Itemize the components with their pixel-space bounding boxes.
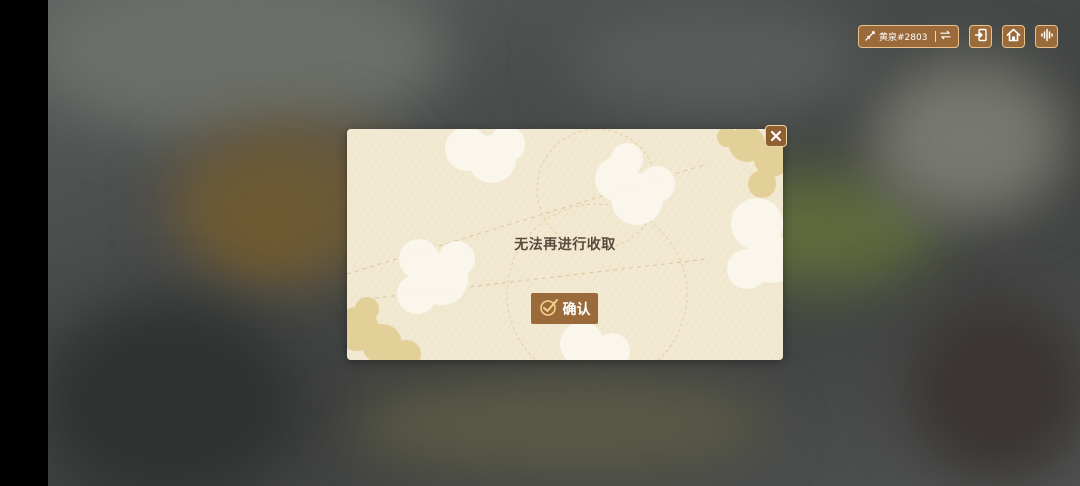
server-label: 黄泉#2803 [879, 33, 928, 43]
confirm-label: 确认 [562, 301, 591, 318]
exit-button[interactable] [969, 25, 992, 48]
top-bar: 黄泉#2803 [858, 25, 1058, 48]
alert-dialog: 无法再进行收取 确认 [347, 129, 783, 360]
exit-door-icon [974, 27, 988, 46]
swap-arrows-icon [940, 30, 951, 43]
divider [935, 31, 936, 42]
home-icon [1006, 27, 1021, 46]
voice-button[interactable] [1035, 25, 1058, 48]
confirm-button[interactable]: 确认 [531, 293, 598, 324]
sword-icon [865, 30, 876, 44]
left-black-bar [0, 0, 48, 486]
home-button[interactable] [1002, 25, 1025, 48]
close-icon [770, 127, 782, 146]
close-button[interactable] [765, 125, 787, 147]
server-switch-button[interactable]: 黄泉#2803 [858, 25, 959, 48]
checkmark-icon [539, 297, 559, 321]
dialog-message: 无法再进行收取 [514, 237, 616, 253]
audio-wave-icon [1040, 27, 1054, 46]
